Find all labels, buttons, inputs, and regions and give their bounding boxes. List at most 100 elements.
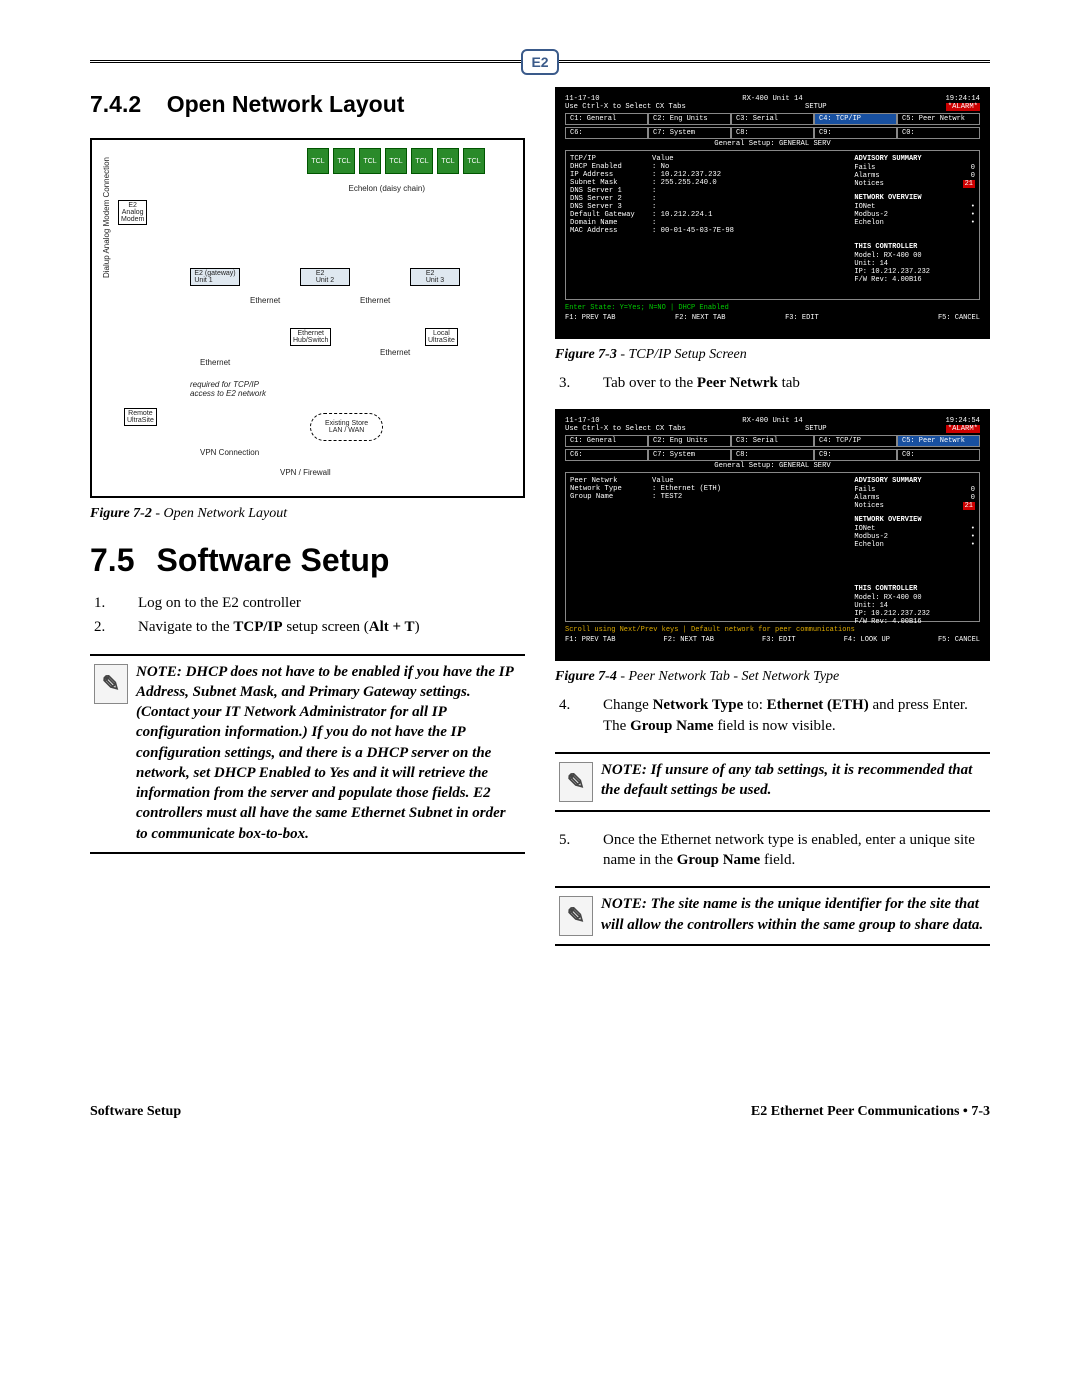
term-info-line: IP: 10.212.237.232	[854, 268, 975, 276]
term-fkey: F1: PREV TAB	[565, 314, 615, 322]
term-time: 19:24:14	[945, 95, 980, 103]
note-dhcp: ✎ NOTE: DHCP does not have to be enabled…	[90, 654, 525, 854]
pencil-icon: ✎	[559, 762, 593, 802]
note-text: NOTE: The site name is the unique identi…	[601, 894, 986, 935]
figure-7-2-caption: Figure 7-2 - Open Network Layout	[90, 506, 525, 522]
term-fkey: F5: CANCEL	[938, 636, 980, 644]
dialup-label: Dialup Analog Modem Connection	[102, 157, 111, 278]
term-side-row: Echelon•	[854, 541, 975, 549]
right-column: 11-17-10 RX-400 Unit 14 19:24:14 Use Ctr…	[555, 87, 990, 964]
heading-7-5: 7.5Software Setup	[90, 542, 525, 579]
term-row: DHCP Enabled: No	[570, 163, 848, 171]
footer-right: E2 Ethernet Peer Communications • 7-3	[751, 1104, 990, 1120]
caption-text: - Open Network Layout	[152, 506, 287, 521]
step-3: 3.Tab over to the Peer Netwrk tab	[555, 373, 990, 393]
figure-7-4-screen: 11-17-10 RX-400 Unit 14 19:24:54 Use Ctr…	[555, 409, 990, 661]
term-footer-state: Enter State: Y=Yes; N=NO | DHCP Enabled	[565, 304, 980, 312]
term-setup: SETUP	[805, 425, 827, 433]
term-date: 11-17-10	[565, 417, 600, 425]
term-info-line: IP: 10.212.237.232	[854, 610, 975, 618]
term-tab: C9:	[814, 449, 897, 461]
page: E2 7.4.2 Open Network Layout TCL TCL TCL…	[90, 0, 990, 1150]
tcl-box: TCL	[307, 148, 329, 174]
term-fkey: F5: CANCEL	[938, 314, 980, 322]
term-row: Network Type: Ethernet (ETH)	[570, 485, 848, 493]
term-tab: C5: Peer Netwrk	[897, 435, 980, 447]
caption-text: - TCP/IP Setup Screen	[617, 347, 747, 362]
e2-unit-2: E2 Unit 2	[300, 268, 350, 286]
term-info-line: Model: RX-400 00	[854, 594, 975, 602]
heading-title: Open Network Layout	[167, 91, 405, 117]
note-text: NOTE: If unsure of any tab settings, it …	[601, 760, 986, 801]
term-side-row: Alarms0	[854, 494, 975, 502]
ethernet-label: Ethernet	[200, 358, 230, 367]
list-num: 3.	[581, 373, 603, 393]
local-ultrasite-box: Local UltraSite	[425, 328, 458, 346]
header-rule: E2	[90, 60, 990, 63]
heading-number: 7.4.2	[90, 91, 141, 117]
e2-unit-3: E2 Unit 3	[410, 268, 460, 286]
figure-7-4-caption: Figure 7-4 - Peer Network Tab - Set Netw…	[555, 669, 990, 685]
term-side-row: Modbus-2•	[854, 211, 975, 219]
term-tab: C7: System	[648, 127, 731, 139]
term-side-row: Alarms0	[854, 172, 975, 180]
term-tab: C6:	[565, 449, 648, 461]
term-title: General Setup: GENERAL SERV	[565, 462, 980, 470]
term-row: DNS Server 3:	[570, 203, 848, 211]
this-controller-hdr: THIS CONTROLLER	[854, 243, 975, 251]
term-tab: C6:	[565, 127, 648, 139]
ethernet-label: Ethernet	[360, 296, 390, 305]
term-row: DNS Server 2:	[570, 195, 848, 203]
figure-7-3-caption: Figure 7-3 - TCP/IP Setup Screen	[555, 347, 990, 363]
term-alarm: *ALARM*	[946, 103, 980, 111]
this-controller-hdr: THIS CONTROLLER	[854, 585, 975, 593]
echelon-label: Echelon (daisy chain)	[349, 184, 425, 193]
vpn-connection-label: VPN Connection	[200, 448, 259, 457]
hub-switch-box: Ethernet Hub/Switch	[290, 328, 331, 346]
note-site-name: ✎ NOTE: The site name is the unique iden…	[555, 886, 990, 946]
heading-number: 7.5	[90, 542, 134, 579]
left-column: 7.4.2 Open Network Layout TCL TCL TCL TC…	[90, 87, 525, 964]
setup-steps-left: 1.Log on to the E2 controller 2.Navigate…	[90, 593, 525, 638]
term-model: RX-400 Unit 14	[742, 95, 802, 103]
list-num: 2.	[116, 617, 138, 637]
term-tab: C1: General	[565, 435, 648, 447]
term-side-row: Modbus-2•	[854, 533, 975, 541]
e2-unit-1: E2 (gateway) Unit 1	[190, 268, 240, 286]
term-tab: C4: TCP/IP	[814, 435, 897, 447]
term-info-line: F/W Rev: 4.00B16	[854, 618, 975, 626]
term-row: IP Address: 10.212.237.232	[570, 171, 848, 179]
term-tab: C0:	[897, 127, 980, 139]
tcpip-required-label: required for TCP/IP access to E2 network	[190, 380, 266, 398]
term-row: TCP/IPValue	[570, 155, 848, 163]
term-fkey: F2: NEXT TAB	[664, 636, 714, 644]
step-4: 4.Change Network Type to: Ethernet (ETH)…	[555, 695, 990, 736]
term-row: MAC Address: 00-01-45-03-7E-98	[570, 227, 848, 235]
term-side-row: Notices21	[854, 502, 975, 510]
list-num: 4.	[581, 695, 603, 715]
term-row: Default Gateway: 10.212.224.1	[570, 211, 848, 219]
term-side-row: IONet•	[854, 203, 975, 211]
term-info-line: Model: RX-400 00	[854, 252, 975, 260]
pencil-icon: ✎	[94, 664, 128, 704]
term-info-line: Unit: 14	[854, 602, 975, 610]
term-side-row: Fails0	[854, 486, 975, 494]
caption-text: - Peer Network Tab - Set Network Type	[617, 669, 839, 684]
term-fkey: F3: EDIT	[785, 314, 819, 322]
term-tab: C7: System	[648, 449, 731, 461]
term-alarm: *ALARM*	[946, 425, 980, 433]
figure-7-3-screen: 11-17-10 RX-400 Unit 14 19:24:14 Use Ctr…	[555, 87, 990, 339]
term-time: 19:24:54	[945, 417, 980, 425]
term-tab: C5: Peer Netwrk	[897, 113, 980, 125]
term-fkey: F3: EDIT	[762, 636, 796, 644]
lan-wan-cloud: Existing Store LAN / WAN	[310, 413, 383, 441]
tcl-box: TCL	[359, 148, 381, 174]
e2-logo-icon: E2	[521, 49, 559, 75]
note-default-settings: ✎ NOTE: If unsure of any tab settings, i…	[555, 752, 990, 812]
term-side-row: Echelon•	[854, 219, 975, 227]
list-num: 5.	[581, 830, 603, 850]
advisory-summary-hdr: ADVISORY SUMMARY	[854, 477, 975, 485]
ethernet-label: Ethernet	[250, 296, 280, 305]
term-fkey: F4: LOOK UP	[844, 636, 890, 644]
ethernet-label: Ethernet	[380, 348, 410, 357]
